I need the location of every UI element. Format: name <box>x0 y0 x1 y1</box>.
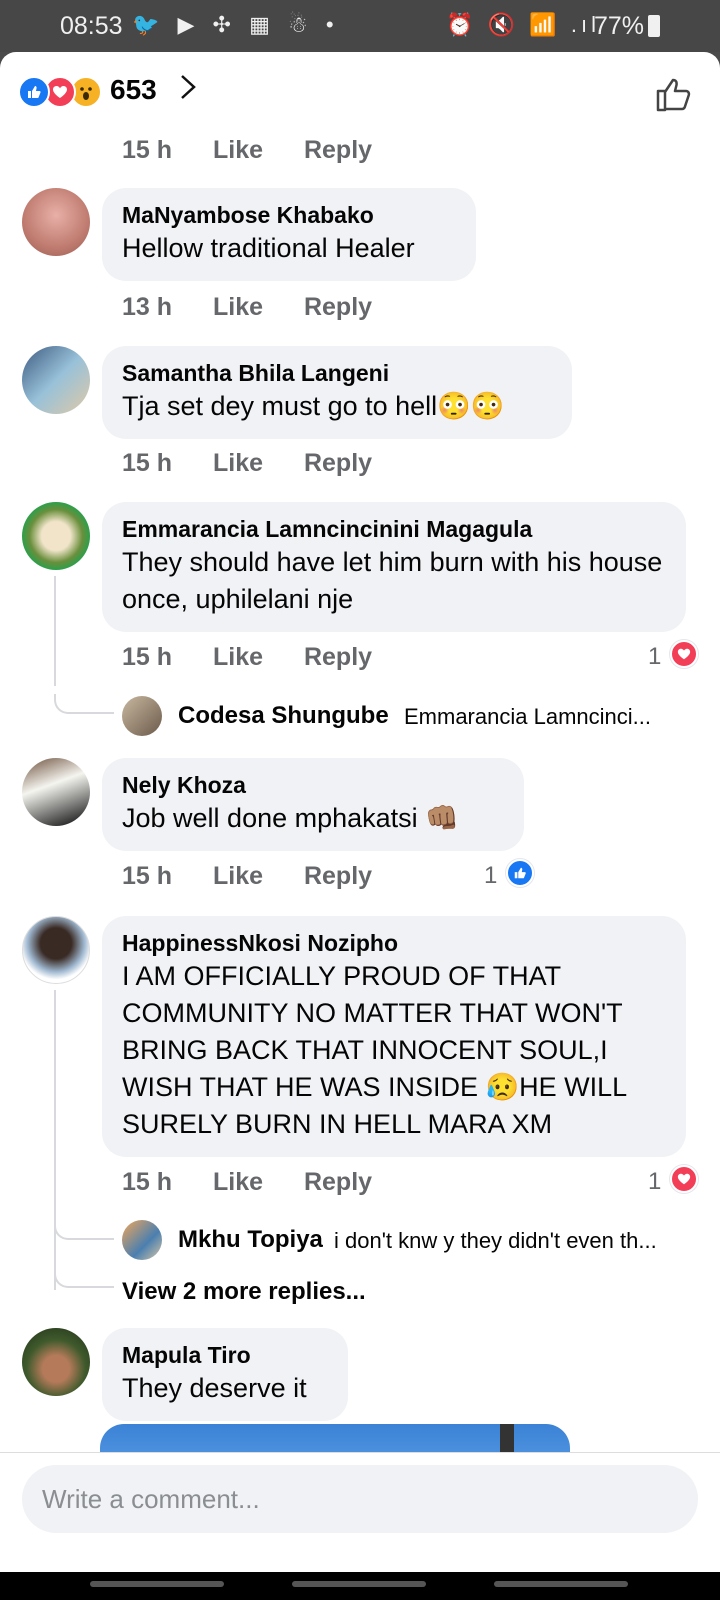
comment-bubble: Mapula Tiro They deserve it <box>102 1328 348 1421</box>
comment-text: They should have let him burn with his h… <box>122 547 663 614</box>
comment-bubble: HappinessNkosi Nozipho I AM OFFICIALLY P… <box>102 916 686 1157</box>
reaction-count[interactable]: 1 <box>484 862 497 890</box>
like-link[interactable]: Like <box>213 643 263 671</box>
reply-link[interactable]: Reply <box>304 643 372 671</box>
comment-text: Tja set dey must go to hell😳😳 <box>122 391 505 421</box>
thumbs-up-icon <box>656 78 691 112</box>
reply-preview[interactable]: Codesa Shungube Emmarancia Lamncinci... <box>122 696 702 736</box>
reactions-bar[interactable]: 653 <box>0 52 720 132</box>
commenter-name[interactable]: MaNyambose Khabako <box>122 200 456 230</box>
thread-line <box>54 990 56 1290</box>
notification-icons: 🐦 ▶ ✣ ▦ ☃ • <box>132 12 340 37</box>
comment-meta: 15 h Like Reply <box>122 862 406 891</box>
like-link[interactable]: Like <box>213 449 263 477</box>
reaction-count[interactable]: 653 <box>110 74 157 106</box>
reply-author[interactable]: Codesa Shungube <box>178 702 389 730</box>
reaction-count[interactable]: 1 <box>648 1168 661 1196</box>
comment-meta: 15 h Like Reply <box>122 1168 406 1197</box>
reaction-count[interactable]: 1 <box>648 643 661 671</box>
reply-link[interactable]: Reply <box>304 293 372 321</box>
comment-text: Job well done mphakatsi 👊🏽 <box>122 803 459 833</box>
comment-meta: 15 h Like Reply <box>122 136 406 165</box>
avatar[interactable] <box>22 916 90 984</box>
battery-icon <box>648 15 660 37</box>
reaction-icons <box>18 76 108 108</box>
comment-text: I AM OFFICIALLY PROUD OF THAT COMMUNITY … <box>122 961 627 1139</box>
comment-text: Hellow traditional Healer <box>122 233 415 263</box>
reply-link[interactable]: Reply <box>304 449 372 477</box>
avatar <box>122 696 162 736</box>
comment-bubble: Emmarancia Lamncincinini Magagula They s… <box>102 502 686 632</box>
reply-text: Emmarancia Lamncinci... <box>404 704 651 729</box>
thread-line <box>54 1220 114 1240</box>
thread-line <box>54 576 56 686</box>
comment-time: 15 h <box>122 643 173 671</box>
comment-time: 15 h <box>122 1168 173 1196</box>
commenter-name[interactable]: Emmarancia Lamncincinini Magagula <box>122 514 666 544</box>
like-icon <box>506 859 534 887</box>
like-link[interactable]: Like <box>213 293 263 321</box>
comment-time: 15 h <box>122 449 173 477</box>
reply-link[interactable]: Reply <box>304 1168 372 1196</box>
comment-meta: 15 h Like Reply <box>122 643 406 672</box>
comment-time: 13 h <box>122 293 173 321</box>
commenter-name[interactable]: Samantha Bhila Langeni <box>122 358 552 388</box>
avatar[interactable] <box>22 758 90 826</box>
system-icons: ⏰ 🔇 📶 .ıl <box>446 12 600 37</box>
comment-meta: 15 h Like Reply <box>122 449 406 478</box>
like-link[interactable]: Like <box>213 1168 263 1196</box>
love-icon <box>670 1165 698 1193</box>
love-icon <box>670 640 698 668</box>
comment-bubble: MaNyambose Khabako Hellow traditional He… <box>102 188 476 281</box>
avatar[interactable] <box>22 188 90 256</box>
like-post-button[interactable] <box>654 74 694 114</box>
avatar[interactable] <box>22 502 90 570</box>
system-nav-bar <box>0 1572 720 1600</box>
like-link[interactable]: Like <box>213 862 263 890</box>
comment-time: 15 h <box>122 862 173 890</box>
reply-link[interactable]: Reply <box>304 136 372 164</box>
thread-line <box>54 1268 114 1288</box>
like-link[interactable]: Like <box>213 136 263 164</box>
comment-bubble: Samantha Bhila Langeni Tja set dey must … <box>102 346 572 439</box>
commenter-name[interactable]: Mapula Tiro <box>122 1340 328 1370</box>
avatar[interactable] <box>22 346 90 414</box>
nav-home-button[interactable] <box>292 1581 426 1587</box>
comment-meta: 13 h Like Reply <box>122 293 406 322</box>
status-bar: 08:53 🐦 ▶ ✣ ▦ ☃ • ⏰ 🔇 📶 .ıl 77% <box>0 0 720 52</box>
avatar <box>122 1220 162 1260</box>
comment-bubble: Nely Khoza Job well done mphakatsi 👊🏽 <box>102 758 524 851</box>
reply-text: i don't knw y they didn't even th... <box>334 1228 657 1253</box>
status-time: 08:53 <box>60 12 123 40</box>
comment-input[interactable] <box>22 1465 698 1533</box>
comments-sheet: 653 15 h Like Reply MaNyambose Khabako H… <box>0 52 720 1572</box>
nav-back-button[interactable] <box>494 1581 628 1587</box>
comment-time: 15 h <box>122 136 173 164</box>
thread-line <box>54 694 114 714</box>
nav-recents-button[interactable] <box>90 1581 224 1587</box>
reply-link[interactable]: Reply <box>304 862 372 890</box>
battery-level: 77% <box>593 12 644 40</box>
commenter-name[interactable]: HappinessNkosi Nozipho <box>122 928 666 958</box>
avatar[interactable] <box>22 1328 90 1396</box>
comment-text: They deserve it <box>122 1373 307 1403</box>
composer-area <box>0 1452 720 1542</box>
reply-preview[interactable]: Mkhu Topiya i don't knw y they didn't ev… <box>122 1220 702 1260</box>
reply-author[interactable]: Mkhu Topiya <box>178 1226 323 1254</box>
view-more-replies[interactable]: View 2 more replies... <box>122 1278 366 1306</box>
chevron-right-icon[interactable] <box>178 72 198 110</box>
like-icon <box>18 76 50 108</box>
commenter-name[interactable]: Nely Khoza <box>122 770 504 800</box>
